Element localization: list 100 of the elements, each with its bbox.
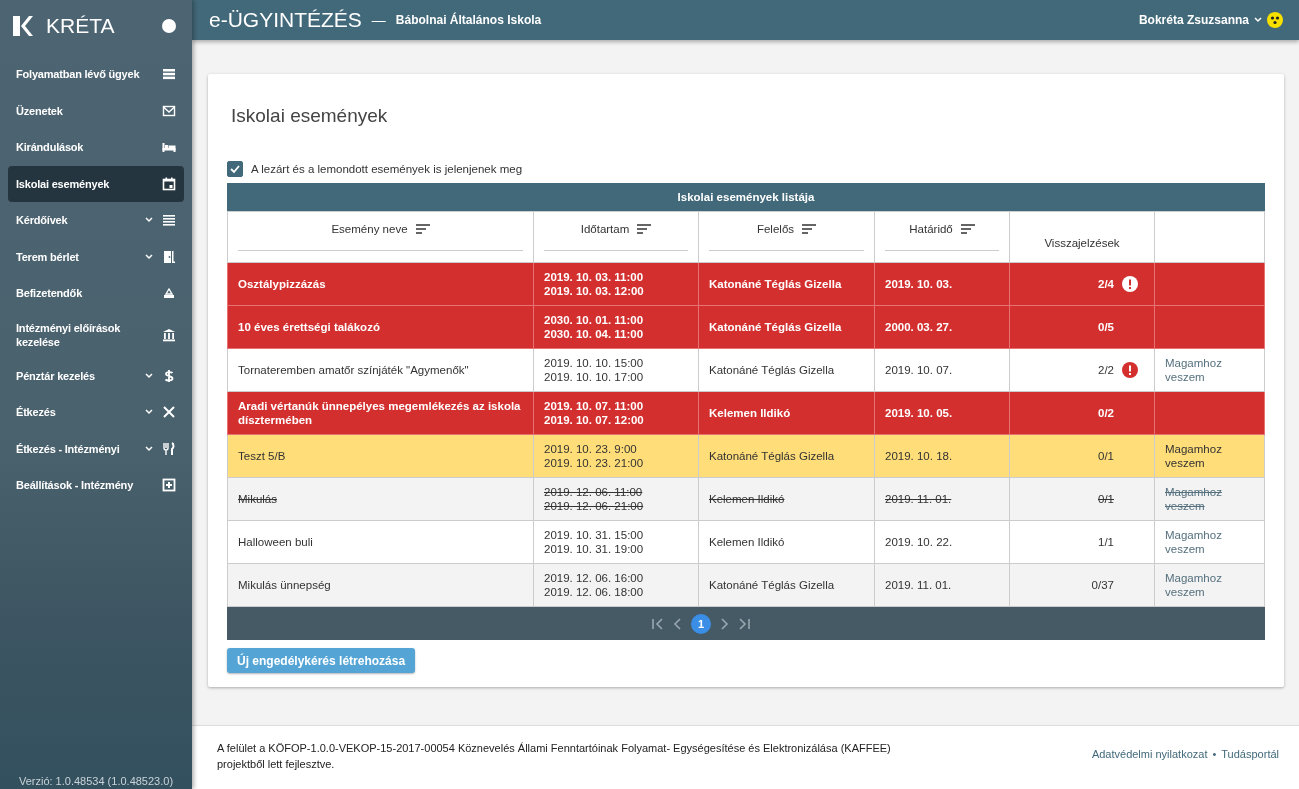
checkbox-label[interactable]: A lezárt és a lemondott események is jelenjenek meg	[251, 163, 523, 176]
footer-link[interactable]: Adatvédelmi nyilatkozat	[1091, 748, 1208, 761]
feedback-count: 0/2	[1098, 406, 1114, 421]
start-time: 2019. 10. 10. 15:00	[544, 357, 644, 370]
end-time: 2030. 10. 04. 11:00	[544, 328, 644, 341]
event-name: 10 éves érettségi talákozó	[238, 321, 380, 334]
event-name: Halloween buli	[238, 536, 313, 549]
deadline-date: 2019. 10. 07.	[885, 364, 953, 377]
start-time: 2019. 10. 31. 15:00	[544, 529, 644, 542]
sidebar-item[interactable]: Iskolai események	[8, 165, 184, 202]
end-time: 2019. 12. 06. 18:00	[544, 586, 644, 599]
bed-icon	[162, 140, 176, 155]
chevron-down-icon	[144, 444, 154, 453]
responsible-name: Katonáné Téglás Gizella	[709, 450, 835, 463]
feedback-count: 2/2	[1098, 363, 1114, 378]
sidebar-item[interactable]: Kérdőívek	[8, 202, 184, 239]
start-time: 2019. 10. 03. 11:00	[544, 271, 644, 284]
sidebar-item[interactable]: Üzenetek	[8, 92, 184, 129]
start-time: 2019. 10. 07. 11:00	[544, 400, 644, 413]
envelope-icon	[162, 103, 176, 118]
end-time: 2019. 10. 07. 12:00	[544, 414, 644, 427]
chevron-down-icon	[144, 216, 154, 225]
dollar-icon	[162, 368, 176, 383]
event-name: Mikulás ünnepség	[238, 579, 331, 592]
responsible-name: Kelemen Ildikó	[709, 407, 791, 420]
sidebar-item[interactable]: Terem bérlet	[8, 238, 184, 275]
event-name: Aradi vértanúk ünnepélyes megemlékezés az iskola dísztermében	[238, 400, 521, 427]
page-title: Iskolai események	[231, 105, 389, 128]
footer-link[interactable]: Tudásportál	[1221, 748, 1279, 761]
feedback-count: 0/1	[1098, 492, 1114, 507]
end-time: 2019. 10. 31. 19:00	[544, 543, 644, 556]
medical-box-icon	[162, 478, 176, 493]
circle-icon[interactable]	[162, 19, 176, 33]
event-name: Mikulás	[238, 493, 277, 506]
table-caption: Iskolai események listája	[227, 183, 1265, 212]
deadline-date: 2019. 11. 01.	[885, 493, 952, 506]
sidebar-item[interactable]: Intézményi előírások kezelése	[8, 311, 184, 358]
sidebar-item[interactable]: Befizetendők	[8, 275, 184, 312]
user-menu[interactable]: Bokréta Zsuzsanna	[1138, 13, 1263, 28]
last-page-icon[interactable]	[737, 617, 751, 630]
deadline-date: 2019. 10. 03.	[885, 278, 953, 291]
event-name: Teszt 5/B	[238, 450, 286, 463]
chevron-down-icon	[144, 408, 154, 417]
event-name: Tornateremben amatőr színjáték "Agymenők"	[238, 364, 469, 377]
start-time: 2019. 12. 06. 11:00	[544, 486, 643, 499]
footer-text: A felület a KÖFOP-1.0.0-VEKOP-15-2017-00054 Köznevelés Állami Fenntartóinak Folyamat- Egységesítése és Elektronizálása (KAFFEE) projektből lett fejlesztve.	[217, 741, 892, 773]
feedback-count: 1/1	[1098, 535, 1114, 550]
chevron-down-icon	[144, 371, 154, 380]
responsible-name: Katonáné Téglás Gizella	[709, 321, 842, 334]
end-time: 2019. 10. 23. 21:00	[544, 457, 644, 470]
responsible-name: Katonáné Téglás Gizella	[709, 278, 842, 291]
next-page-icon[interactable]	[719, 617, 729, 630]
event-name: Osztálypizzázás	[238, 278, 326, 291]
separator-dot: •	[1212, 748, 1217, 761]
start-time: 2019. 10. 23. 9:00	[544, 443, 637, 456]
responsible-name: Kelemen Ildikó	[709, 493, 785, 506]
deadline-date: 2019. 11. 01.	[885, 579, 952, 592]
responsible-name: Kelemen Ildikó	[709, 536, 785, 549]
chevron-down-icon	[1253, 16, 1263, 25]
feedback-count: 2/4	[1098, 277, 1114, 292]
chevron-down-icon	[144, 252, 154, 261]
bank-icon	[162, 327, 176, 342]
sidebar-item[interactable]: Étkezés	[8, 394, 184, 431]
end-time: 2019. 10. 03. 12:00	[544, 285, 644, 298]
previous-page-icon[interactable]	[673, 617, 683, 630]
page-button[interactable]: 1	[691, 613, 711, 634]
end-time: 2019. 12. 06. 21:00	[544, 500, 644, 513]
responsible-name: Katonáné Téglás Gizella	[709, 579, 835, 592]
sidebar-item[interactable]: Beállítások - Intézmény	[8, 467, 184, 504]
start-time: 2030. 10. 01. 11:00	[544, 314, 644, 327]
feedback-count: 0/37	[1091, 578, 1114, 593]
sidebar-item[interactable]: Folyamatban lévő ügyek	[8, 56, 184, 93]
list-icon	[162, 67, 176, 82]
end-time: 2019. 10. 10. 17:00	[544, 371, 644, 384]
feedback-count: 0/5	[1098, 320, 1114, 335]
sidebar-item[interactable]: Étkezés - Intézményi	[8, 430, 184, 467]
version-text: Verzió: 1.0.48534 (1.0.48523.0)	[17, 775, 175, 789]
first-page-icon[interactable]	[651, 617, 665, 630]
sidebar-item[interactable]: Kirándulások	[8, 129, 184, 166]
accessibility-icon[interactable]	[1267, 12, 1283, 29]
start-time: 2019. 12. 06. 16:00	[544, 572, 644, 585]
logo-text: KRÉTA	[46, 14, 116, 38]
lines-icon	[162, 213, 176, 228]
title-separator: —	[371, 12, 386, 29]
calendar-icon	[162, 176, 176, 191]
sort-icon	[802, 224, 817, 235]
school-name: Bábolnai Általános Iskola	[395, 13, 542, 28]
responsible-name: Katonáné Téglás Gizella	[709, 364, 835, 377]
sort-icon	[960, 224, 975, 235]
column-header: Visszajelzések	[1043, 235, 1121, 249]
deadline-date: 2000. 03. 27.	[885, 321, 953, 334]
feedback-count: 0/1	[1098, 449, 1114, 464]
checkbox[interactable]	[227, 161, 243, 178]
deadline-date: 2019. 10. 22.	[885, 536, 953, 549]
sort-icon	[637, 224, 652, 235]
deadline-date: 2019. 10. 18.	[885, 450, 953, 463]
deadline-date: 2019. 10. 05.	[885, 407, 953, 420]
door-icon	[162, 249, 176, 264]
sidebar-item[interactable]: Pénztár kezelés	[8, 357, 184, 394]
sort-icon	[415, 224, 430, 235]
